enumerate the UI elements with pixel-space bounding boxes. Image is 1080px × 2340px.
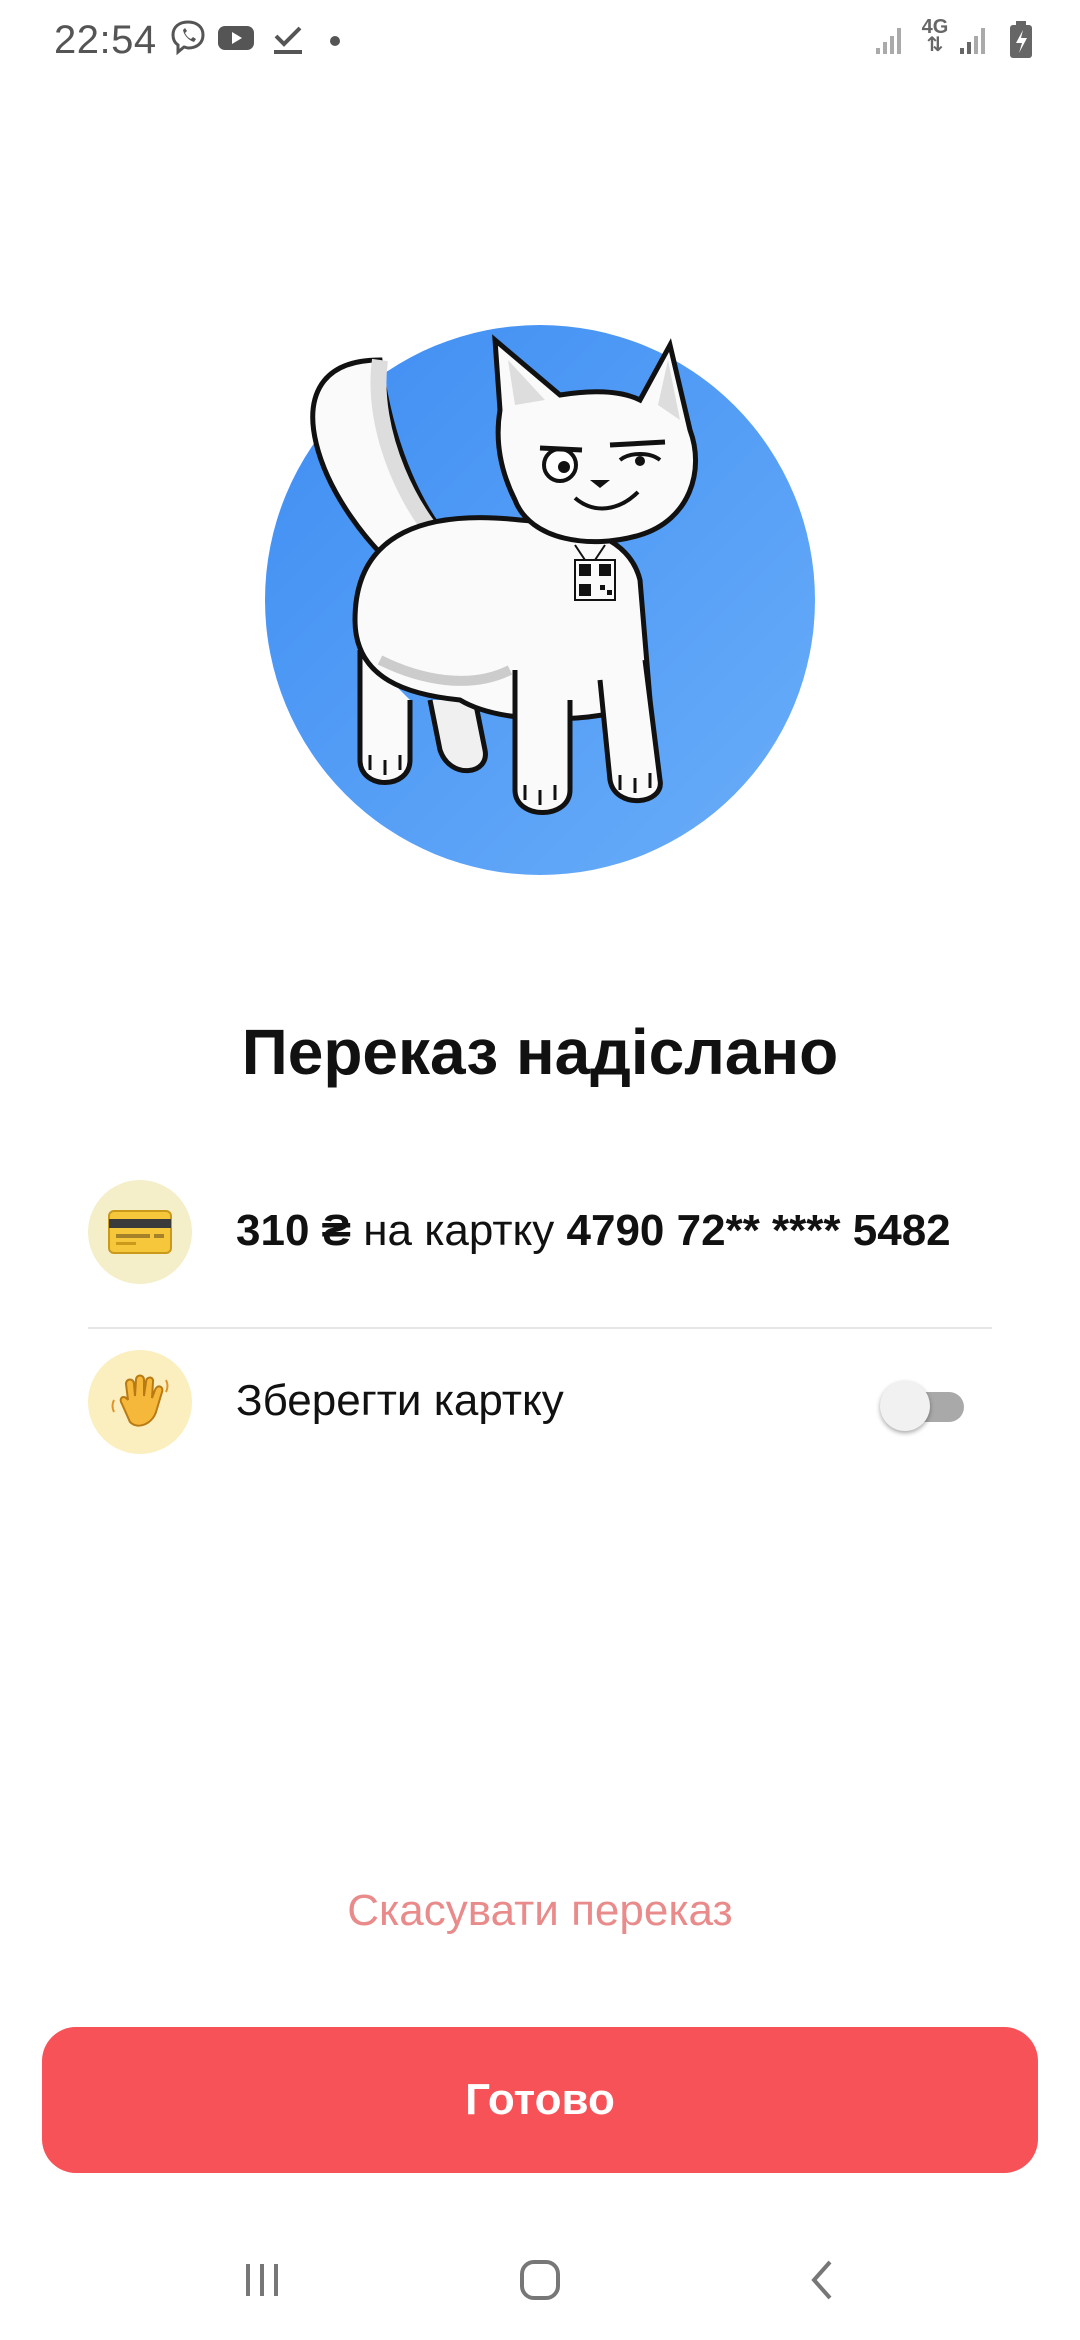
transfer-middle-text: на картку — [350, 1206, 567, 1255]
transfer-details-row: 310 ₴ на картку 4790 72** **** 5482 — [88, 1180, 992, 1290]
credit-card-icon — [88, 1180, 192, 1284]
done-button[interactable]: Готово — [42, 2027, 1038, 2173]
save-card-toggle[interactable] — [880, 1380, 964, 1432]
battery-charging-icon — [1008, 20, 1034, 65]
signal-icon — [874, 24, 906, 61]
navigation-bar — [0, 2220, 1080, 2340]
youtube-icon — [216, 22, 256, 59]
home-icon[interactable] — [516, 2256, 564, 2309]
toggle-thumb — [880, 1381, 930, 1431]
save-card-label: Зберегти картку — [236, 1376, 564, 1425]
save-card-row[interactable]: Зберегти картку — [88, 1350, 992, 1460]
waving-hand-icon — [88, 1350, 192, 1454]
network-type-label: 4G ⇅ — [921, 16, 949, 56]
page-title: Переказ надіслано — [241, 1016, 839, 1088]
cat-illustration — [260, 320, 820, 880]
status-time: 22:54 — [54, 18, 157, 62]
cancel-transfer-link[interactable]: Скасувати переказ — [0, 1886, 1080, 1936]
divider — [88, 1327, 992, 1329]
card-number: 4790 72** **** 5482 — [566, 1206, 951, 1255]
signal-icon — [958, 24, 990, 61]
status-bar: 22:54 4G ⇅ — [0, 0, 1080, 84]
notification-dot — [330, 36, 340, 46]
transfer-amount: 310 ₴ — [236, 1206, 351, 1255]
recent-apps-icon[interactable] — [238, 2256, 286, 2309]
download-done-icon — [270, 20, 306, 61]
viber-icon — [168, 18, 208, 63]
back-icon[interactable] — [800, 2256, 848, 2309]
transfer-details-text: 310 ₴ на картку 4790 72** **** 5482 — [236, 1206, 951, 1256]
